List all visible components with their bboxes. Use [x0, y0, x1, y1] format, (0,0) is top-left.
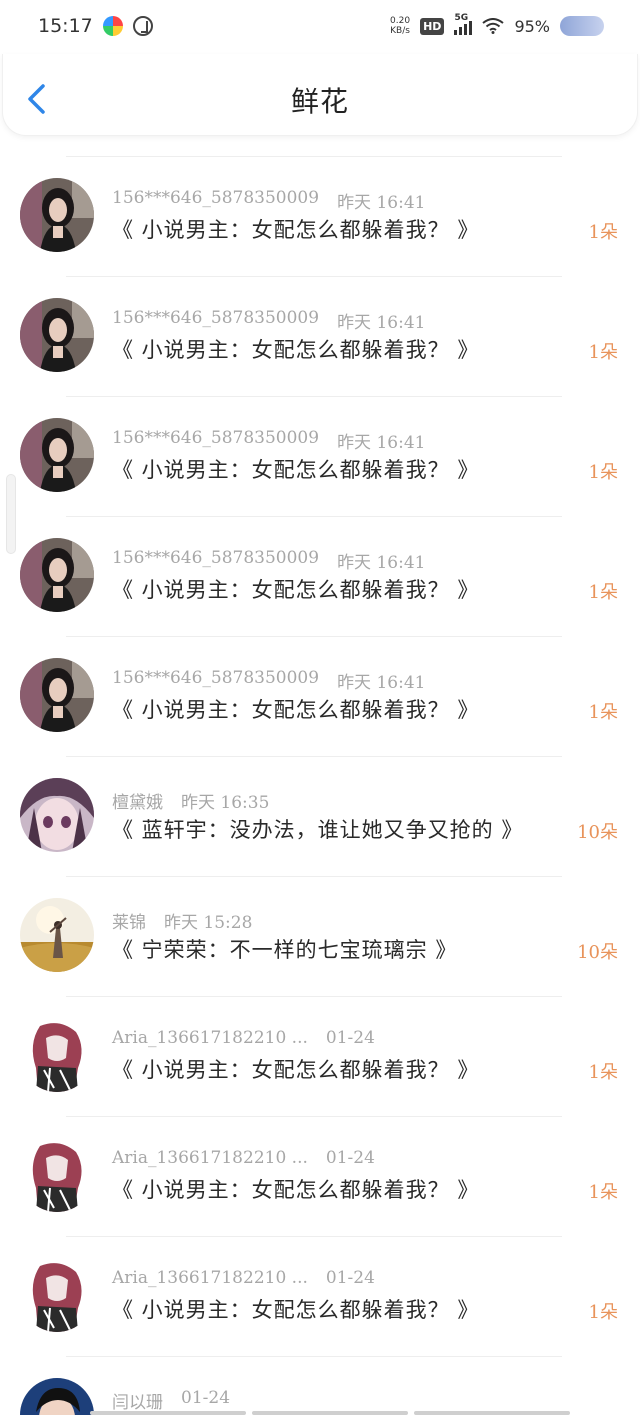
avatar-portrait-blue[interactable]: [20, 1378, 94, 1415]
book-title[interactable]: 《 小说男主：女配怎么都躲着我？ 》: [112, 1054, 479, 1084]
send-time: 昨天 15:28: [164, 913, 253, 933]
avatar-field-sunset[interactable]: [20, 898, 94, 972]
item-meta: Aria_136617182210 ... 01-24: [112, 1148, 375, 1168]
status-bar-left: 15:17: [38, 15, 153, 37]
network-type: 5G: [454, 13, 469, 23]
avatar-portrait-dark-hair[interactable]: [20, 418, 94, 492]
avatar-portrait-dark-hair[interactable]: [20, 658, 94, 732]
list-item-8[interactable]: Aria_136617182210 ... 01-24 《 小说男主：女配怎么都…: [0, 980, 640, 1100]
flower-count: 1朵: [588, 1182, 618, 1203]
user-name[interactable]: 莱锦: [112, 908, 146, 933]
book-title[interactable]: 《 小说男主：女配怎么都躲着我？ 》: [112, 1174, 479, 1204]
list-item-11[interactable]: 闫以珊 01-24: [0, 1340, 640, 1415]
avatar-portrait-dark-hair[interactable]: [20, 538, 94, 612]
list-item-10[interactable]: Aria_136617182210 ... 01-24 《 小说男主：女配怎么都…: [0, 1220, 640, 1340]
avatar-anime-ink-sketch[interactable]: [20, 1018, 94, 1092]
status-time: 15:17: [38, 15, 93, 37]
send-time: 昨天 16:41: [337, 193, 426, 213]
flower-count: 10朵: [577, 942, 618, 963]
list-item-3[interactable]: 156***646_5878350009 昨天 16:41 《 小说男主：女配怎…: [0, 380, 640, 500]
flower-count: 1朵: [588, 582, 618, 603]
list-item-4[interactable]: 156***646_5878350009 昨天 16:41 《 小说男主：女配怎…: [0, 500, 640, 620]
nav-bar: 鲜花: [2, 54, 638, 136]
send-time: 01-24: [325, 1268, 375, 1288]
list-item-2[interactable]: 156***646_5878350009 昨天 16:41 《 小说男主：女配怎…: [0, 260, 640, 380]
user-name[interactable]: 156***646_5878350009: [112, 428, 319, 453]
avatar-anime-ink-sketch[interactable]: [20, 1258, 94, 1332]
page-title: 鲜花: [290, 85, 349, 118]
book-title[interactable]: 《 小说男主：女配怎么都躲着我？ 》: [112, 694, 479, 724]
bottom-scroll-indicator: [90, 1411, 570, 1415]
flower-count: 1朵: [588, 462, 618, 483]
item-meta: 檀黛娥 昨天 16:35: [112, 788, 269, 813]
item-meta: 156***646_5878350009 昨天 16:41: [112, 548, 425, 573]
book-title[interactable]: 《 小说男主：女配怎么都躲着我？ 》: [112, 1294, 479, 1324]
flower-count: 10朵: [577, 822, 618, 843]
send-time: 01-24: [325, 1028, 375, 1048]
send-time: 昨天 16:41: [337, 313, 426, 333]
app-icon-2: [132, 16, 153, 36]
send-time: 昨天 16:41: [337, 673, 426, 693]
item-meta: Aria_136617182210 ... 01-24: [112, 1268, 375, 1288]
hd-icon: HD: [420, 17, 445, 35]
status-bar-right: 0.20 KB/s HD 5G 95%: [390, 13, 604, 36]
send-time: 01-24: [325, 1148, 375, 1168]
list-item-9[interactable]: Aria_136617182210 ... 01-24 《 小说男主：女配怎么都…: [0, 1100, 640, 1220]
battery-icon: [560, 16, 604, 36]
list-item-7[interactable]: 莱锦 昨天 15:28 《 宁荣荣：不一样的七宝琉璃宗 》 10朵: [0, 860, 640, 980]
status-bar: 15:17 0.20 KB/s HD 5G 95%: [0, 0, 640, 52]
battery-percent: 95%: [514, 16, 550, 36]
user-name[interactable]: 檀黛娥: [112, 788, 163, 813]
book-title[interactable]: 《 小说男主：女配怎么都躲着我？ 》: [112, 334, 479, 364]
send-time: 01-24: [181, 1388, 231, 1408]
user-name[interactable]: 156***646_5878350009: [112, 188, 319, 213]
item-meta: 156***646_5878350009 昨天 16:41: [112, 428, 425, 453]
user-name[interactable]: 156***646_5878350009: [112, 548, 319, 573]
item-meta: 莱锦 昨天 15:28: [112, 908, 252, 933]
net-speed-unit: KB/s: [390, 26, 410, 36]
list-item-5[interactable]: 156***646_5878350009 昨天 16:41 《 小说男主：女配怎…: [0, 620, 640, 740]
avatar-portrait-dark-hair[interactable]: [20, 298, 94, 372]
wifi-icon: [482, 18, 505, 34]
app-icon-1: [102, 16, 123, 36]
user-name[interactable]: 156***646_5878350009: [112, 668, 319, 693]
flower-count: 1朵: [588, 1302, 618, 1323]
book-title[interactable]: 《 小说男主：女配怎么都躲着我？ 》: [112, 214, 479, 244]
book-title[interactable]: 《 蓝轩宇：没办法，谁让她又争又抢的 》: [112, 814, 523, 844]
avatar-anime-ink-sketch[interactable]: [20, 1138, 94, 1212]
flower-count: 1朵: [588, 222, 618, 243]
avatar-portrait-dark-hair[interactable]: [20, 178, 94, 252]
net-speed-value: 0.20: [390, 16, 411, 26]
flower-count: 1朵: [588, 1062, 618, 1083]
book-title[interactable]: 《 宁荣荣：不一样的七宝琉璃宗 》: [112, 934, 457, 964]
item-meta: 闫以珊 01-24: [112, 1388, 230, 1413]
send-time: 昨天 16:35: [181, 793, 270, 813]
avatar-anime-girl-purple[interactable]: [20, 778, 94, 852]
item-meta: 156***646_5878350009 昨天 16:41: [112, 188, 425, 213]
flower-count: 1朵: [588, 342, 618, 363]
flower-count: 1朵: [588, 702, 618, 723]
item-meta: 156***646_5878350009 昨天 16:41: [112, 308, 425, 333]
list-item-1[interactable]: 156***646_5878350009 昨天 16:41 《 小说男主：女配怎…: [0, 140, 640, 260]
book-title[interactable]: 《 小说男主：女配怎么都躲着我？ 》: [112, 574, 479, 604]
user-name[interactable]: Aria_136617182210 ...: [112, 1148, 308, 1168]
item-meta: 156***646_5878350009 昨天 16:41: [112, 668, 425, 693]
user-name[interactable]: Aria_136617182210 ...: [112, 1268, 308, 1288]
list-item-6[interactable]: 檀黛娥 昨天 16:35 《 蓝轩宇：没办法，谁让她又争又抢的 》 10朵: [0, 740, 640, 860]
user-name[interactable]: 闫以珊: [112, 1388, 163, 1413]
signal-icon: 5G: [454, 13, 473, 35]
book-title[interactable]: 《 小说男主：女配怎么都躲着我？ 》: [112, 454, 479, 484]
item-meta: Aria_136617182210 ... 01-24: [112, 1028, 375, 1048]
user-name[interactable]: 156***646_5878350009: [112, 308, 319, 333]
user-name[interactable]: Aria_136617182210 ...: [112, 1028, 308, 1048]
flower-list: 156***646_5878350009 昨天 16:41 《 小说男主：女配怎…: [0, 140, 640, 1415]
net-speed: 0.20 KB/s: [390, 16, 410, 36]
send-time: 昨天 16:41: [337, 553, 426, 573]
send-time: 昨天 16:41: [337, 433, 426, 453]
